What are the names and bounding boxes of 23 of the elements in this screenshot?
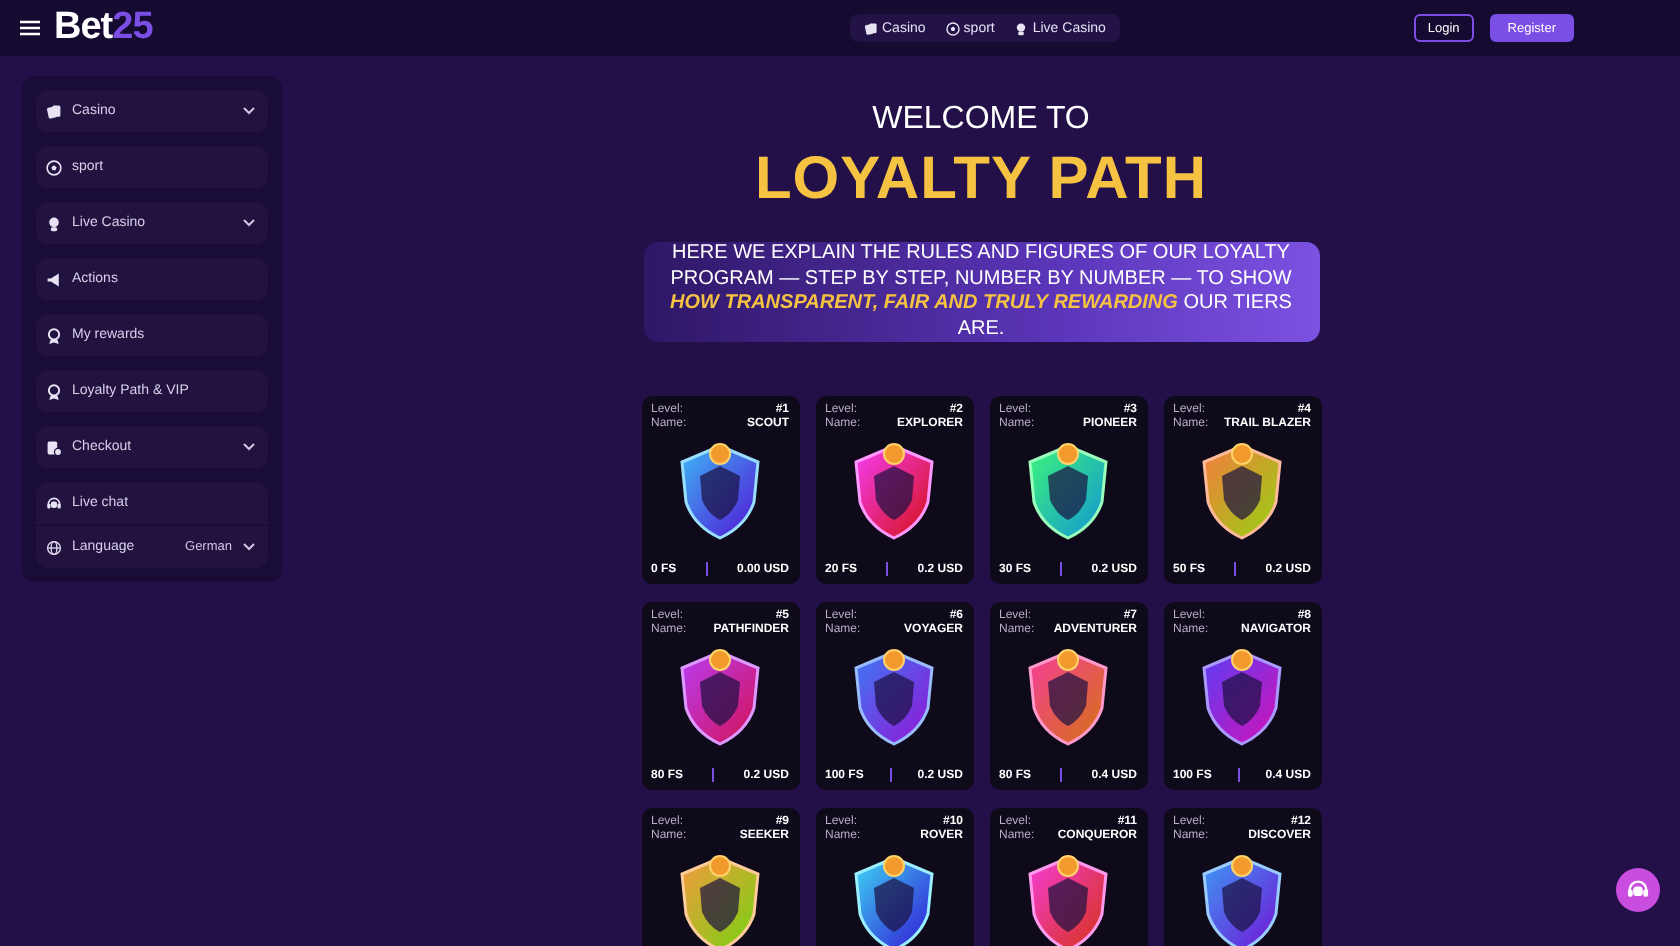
globe-icon (46, 539, 62, 555)
headset-icon (46, 495, 62, 511)
chevron-down-icon (242, 218, 256, 228)
menu-icon[interactable] (20, 20, 40, 36)
dealer-icon (46, 215, 62, 231)
megaphone-icon (46, 271, 62, 287)
wallet-icon (46, 439, 62, 455)
cards-icon (46, 103, 62, 119)
welcome-heading: WELCOME TO (872, 102, 1090, 138)
cards-icon (864, 21, 878, 35)
medal-icon (46, 327, 62, 343)
page-title: LOYALTY PATH (754, 146, 1208, 214)
chevron-down-icon (242, 442, 256, 452)
ball-icon (945, 21, 960, 35)
dealer-icon (1014, 21, 1029, 35)
medal-icon (46, 383, 62, 399)
chevron-down-icon (242, 542, 256, 552)
chevron-down-icon (242, 106, 256, 116)
ball-icon (46, 159, 62, 175)
headset-icon (1626, 878, 1650, 902)
intro-text: HERE WE EXPLAIN THE RULES AND FIGURES OF OUR LOYALTY PROGRAM — STEP BY STEP, NUMBER BY NUMBER — TO SHOW HOW TRANSPARENT, FAIR AND TRULY REWARDING OUR TIERS ARE. (643, 242, 1319, 342)
logo[interactable]: Bet25 (54, 6, 153, 50)
support-chat-button[interactable] (1616, 868, 1660, 912)
